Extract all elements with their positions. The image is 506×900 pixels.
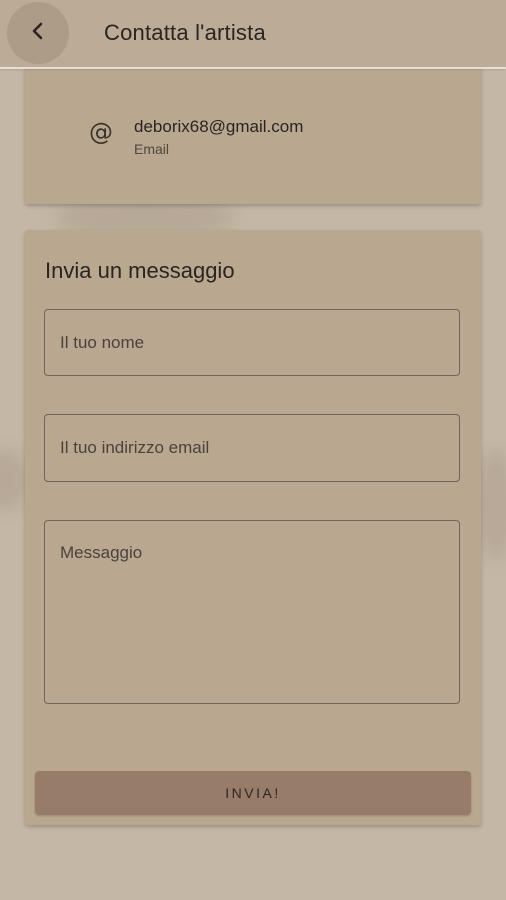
contact-card[interactable]: @ deborix68@gmail.com Email: [25, 62, 481, 204]
send-button[interactable]: INVIA!: [35, 771, 471, 815]
at-icon: @: [89, 118, 113, 146]
email-input[interactable]: [44, 414, 460, 482]
chevron-left-icon: [27, 20, 49, 47]
message-form: Invia un messaggio INVIA!: [25, 230, 481, 825]
name-input[interactable]: [44, 309, 460, 376]
contact-email: deborix68@gmail.com: [134, 117, 304, 136]
form-title: Invia un messaggio: [45, 258, 235, 283]
page-title: Contatta l'artista: [104, 20, 266, 45]
back-button[interactable]: [7, 2, 69, 64]
contact-type-label: Email: [134, 141, 170, 157]
message-textarea[interactable]: [44, 520, 460, 704]
header-divider: [0, 67, 506, 69]
app-header: Contatta l'artista: [0, 0, 506, 67]
